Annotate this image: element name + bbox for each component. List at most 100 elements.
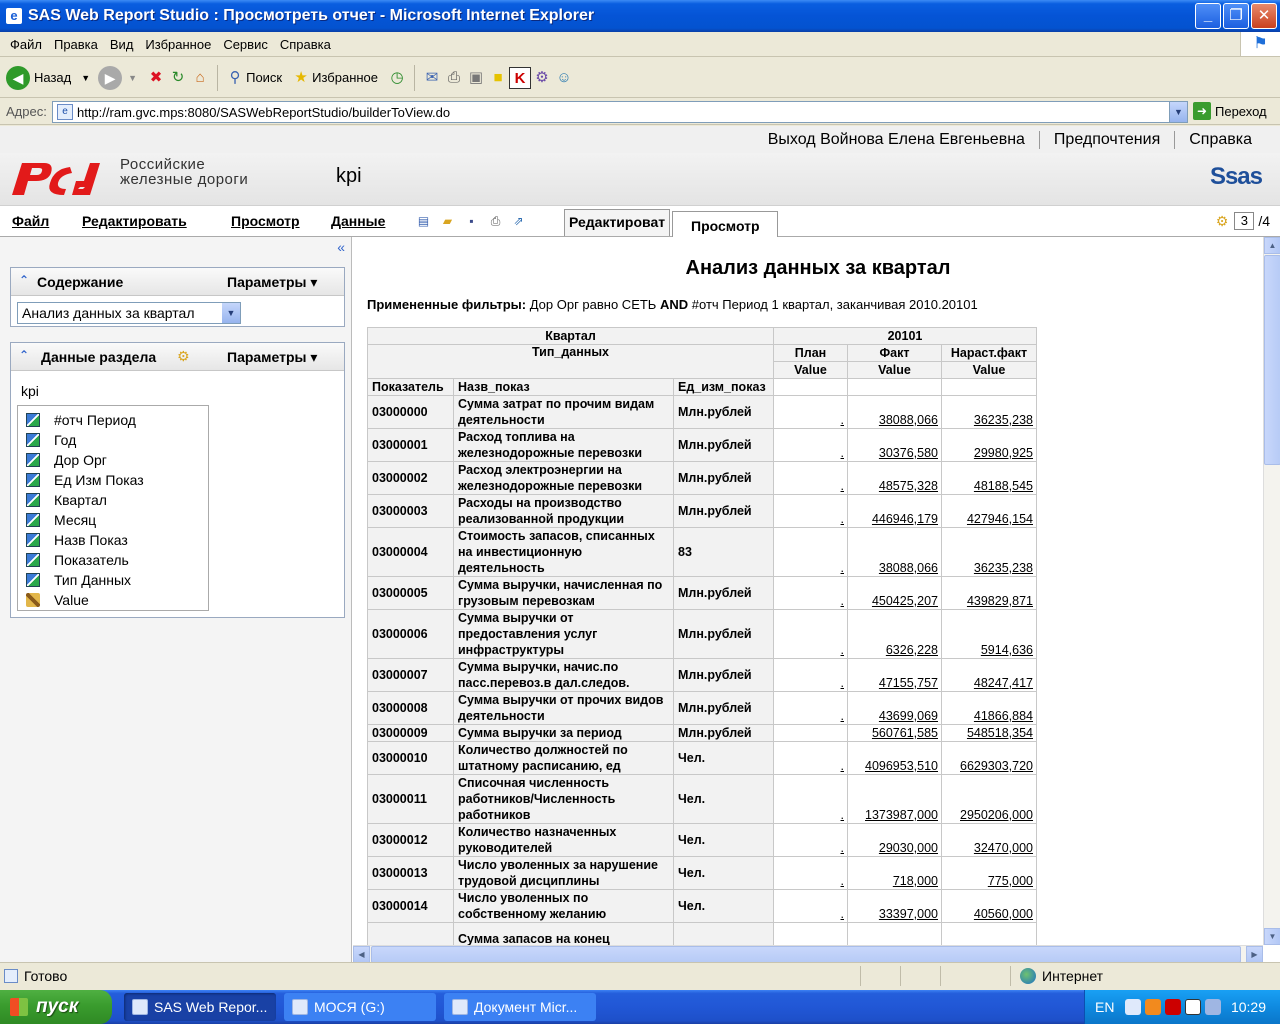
tray-network-icon[interactable] bbox=[1125, 999, 1141, 1015]
field-item[interactable]: Value bbox=[26, 590, 208, 610]
field-item[interactable]: Дор Орг bbox=[26, 450, 208, 470]
contents-params-menu[interactable]: Параметры ▾ bbox=[227, 274, 317, 291]
row-cumfact-value[interactable]: 6629303,720 bbox=[941, 741, 1037, 775]
edit-icon[interactable]: ▣ bbox=[465, 67, 487, 89]
taskbar-item-ie[interactable]: SAS Web Repor... bbox=[124, 993, 276, 1021]
mail-icon[interactable]: ✉ bbox=[421, 67, 443, 89]
minimize-button[interactable]: _ bbox=[1195, 3, 1221, 29]
row-plan-value[interactable]: . bbox=[773, 741, 848, 775]
back-dropdown-icon[interactable]: ▼ bbox=[81, 73, 90, 83]
row-fact-value[interactable]: 30376,580 bbox=[847, 428, 942, 462]
forward-dropdown-icon[interactable]: ▼ bbox=[128, 73, 137, 83]
contents-select[interactable]: Анализ данных за квартал ▼ bbox=[17, 302, 241, 324]
row-cumfact-value[interactable]: 2950206,000 bbox=[941, 774, 1037, 824]
row-cumfact-value[interactable]: 36235,238 bbox=[941, 395, 1037, 429]
chevron-up-icon[interactable]: ⌃ bbox=[19, 348, 29, 362]
sas-menu-view[interactable]: Просмотр bbox=[231, 213, 300, 229]
page-current-input[interactable]: 3 bbox=[1234, 212, 1255, 230]
back-button[interactable]: ◀ Назад ▼ bbox=[6, 65, 90, 90]
row-fact-value[interactable]: 4096953,510 bbox=[847, 741, 942, 775]
refresh-section-icon[interactable]: ⚙ bbox=[177, 348, 190, 365]
maximize-button[interactable]: ❐ bbox=[1223, 3, 1249, 29]
row-plan-value[interactable]: . bbox=[773, 823, 848, 857]
messenger-icon[interactable]: ☺ bbox=[553, 67, 575, 89]
row-plan-value[interactable]: . bbox=[773, 428, 848, 462]
chevron-up-icon[interactable]: ⌃ bbox=[19, 273, 29, 287]
language-indicator[interactable]: EN bbox=[1095, 999, 1114, 1015]
menu-view[interactable]: Вид bbox=[104, 37, 140, 52]
stop-icon[interactable]: ✖ bbox=[145, 67, 167, 89]
print-report-icon[interactable]: ⎙ bbox=[488, 214, 503, 229]
search-button[interactable]: ⚲ Поиск bbox=[224, 67, 283, 89]
section-params-menu[interactable]: Параметры ▾ bbox=[227, 349, 317, 366]
menu-tools[interactable]: Сервис bbox=[217, 37, 274, 52]
scroll-up-icon[interactable]: ▲ bbox=[1264, 237, 1280, 254]
address-input[interactable]: e http://ram.gvc.mps:8080/SASWebReportSt… bbox=[52, 101, 1188, 123]
row-fact-value[interactable]: 560761,585 bbox=[847, 724, 942, 742]
row-plan-value[interactable]: . bbox=[773, 856, 848, 890]
address-dropdown-icon[interactable]: ▼ bbox=[1169, 102, 1187, 122]
row-fact-value[interactable]: 6326,228 bbox=[847, 609, 942, 659]
help-link[interactable]: Справка bbox=[1174, 130, 1266, 149]
row-plan-value[interactable]: . bbox=[773, 658, 848, 692]
open-folder-icon[interactable]: ▰ bbox=[440, 214, 455, 229]
history-icon[interactable]: ◷ bbox=[386, 67, 408, 89]
home-icon[interactable]: ⌂ bbox=[189, 67, 211, 89]
start-button[interactable]: пуск bbox=[0, 990, 112, 1024]
vertical-scrollbar[interactable]: ▲ ▼ bbox=[1263, 237, 1280, 945]
print-icon[interactable]: ⎙ bbox=[443, 67, 465, 89]
tray-kaspersky-icon[interactable] bbox=[1185, 999, 1201, 1015]
row-fact-value[interactable]: 43699,069 bbox=[847, 691, 942, 725]
row-fact-value[interactable]: 38088,066 bbox=[847, 527, 942, 577]
row-cumfact-value[interactable]: 548518,354 bbox=[941, 724, 1037, 742]
row-cumfact-value[interactable]: 5914,636 bbox=[941, 609, 1037, 659]
field-item[interactable]: Год bbox=[26, 430, 208, 450]
horizontal-scrollbar[interactable]: ◀ ▶ bbox=[353, 945, 1263, 963]
row-plan-value[interactable]: . bbox=[773, 774, 848, 824]
row-plan-value[interactable]: . bbox=[773, 527, 848, 577]
refresh-data-icon[interactable]: ⚙ bbox=[1216, 213, 1229, 230]
row-cumfact-value[interactable]: 48188,545 bbox=[941, 461, 1037, 495]
logout-link[interactable]: Выход Войнова Елена Евгеньевна bbox=[754, 131, 1039, 149]
taskbar-item-word[interactable]: Документ Micr... bbox=[444, 993, 596, 1021]
chevron-down-icon[interactable]: ▼ bbox=[222, 303, 240, 323]
row-fact-value[interactable]: 718,000 bbox=[847, 856, 942, 890]
row-fact-value[interactable]: 1373987,000 bbox=[847, 774, 942, 824]
note-icon[interactable]: ■ bbox=[487, 67, 509, 89]
field-item[interactable]: #отч Период bbox=[26, 410, 208, 430]
row-fact-value[interactable]: 33397,000 bbox=[847, 889, 942, 923]
row-plan-value[interactable]: . bbox=[773, 395, 848, 429]
row-cumfact-value[interactable]: 427946,154 bbox=[941, 494, 1037, 528]
export-icon[interactable]: ⇗ bbox=[511, 214, 526, 229]
scroll-right-icon[interactable]: ▶ bbox=[1246, 946, 1263, 963]
row-fact-value[interactable]: 47155,757 bbox=[847, 658, 942, 692]
menu-help[interactable]: Справка bbox=[274, 37, 337, 52]
field-item[interactable]: Месяц bbox=[26, 510, 208, 530]
new-report-icon[interactable]: ▤ bbox=[416, 214, 431, 229]
close-button[interactable]: ✕ bbox=[1251, 3, 1277, 29]
row-fact-value[interactable]: 38088,066 bbox=[847, 395, 942, 429]
row-plan-value[interactable]: . bbox=[773, 889, 848, 923]
field-item[interactable]: Ед Изм Показ bbox=[26, 470, 208, 490]
row-plan-value[interactable]: . bbox=[773, 494, 848, 528]
sas-menu-edit[interactable]: Редактировать bbox=[82, 213, 187, 229]
field-item[interactable]: Квартал bbox=[26, 490, 208, 510]
row-cumfact-value[interactable]: 29980,925 bbox=[941, 428, 1037, 462]
tray-firefox-icon[interactable] bbox=[1145, 999, 1161, 1015]
row-cumfact-value[interactable]: 439829,871 bbox=[941, 576, 1037, 610]
row-plan-value[interactable]: . bbox=[773, 609, 848, 659]
scroll-thumb[interactable] bbox=[1264, 255, 1280, 465]
kaspersky-icon[interactable]: K bbox=[509, 66, 532, 89]
refresh-icon[interactable]: ↻ bbox=[167, 67, 189, 89]
row-plan-value[interactable]: . bbox=[773, 576, 848, 610]
go-button[interactable]: ➜ Переход bbox=[1193, 102, 1267, 120]
sas-menu-data[interactable]: Данные bbox=[331, 213, 385, 229]
row-fact-value[interactable]: 446946,179 bbox=[847, 494, 942, 528]
row-cumfact-value[interactable]: 40560,000 bbox=[941, 889, 1037, 923]
tray-monitor-icon[interactable] bbox=[1205, 999, 1221, 1015]
collapse-panel-icon[interactable]: « bbox=[337, 239, 345, 255]
scroll-left-icon[interactable]: ◀ bbox=[353, 946, 370, 963]
hscroll-thumb[interactable] bbox=[371, 946, 1241, 963]
menu-edit[interactable]: Правка bbox=[48, 37, 104, 52]
row-cumfact-value[interactable]: 36235,238 bbox=[941, 527, 1037, 577]
